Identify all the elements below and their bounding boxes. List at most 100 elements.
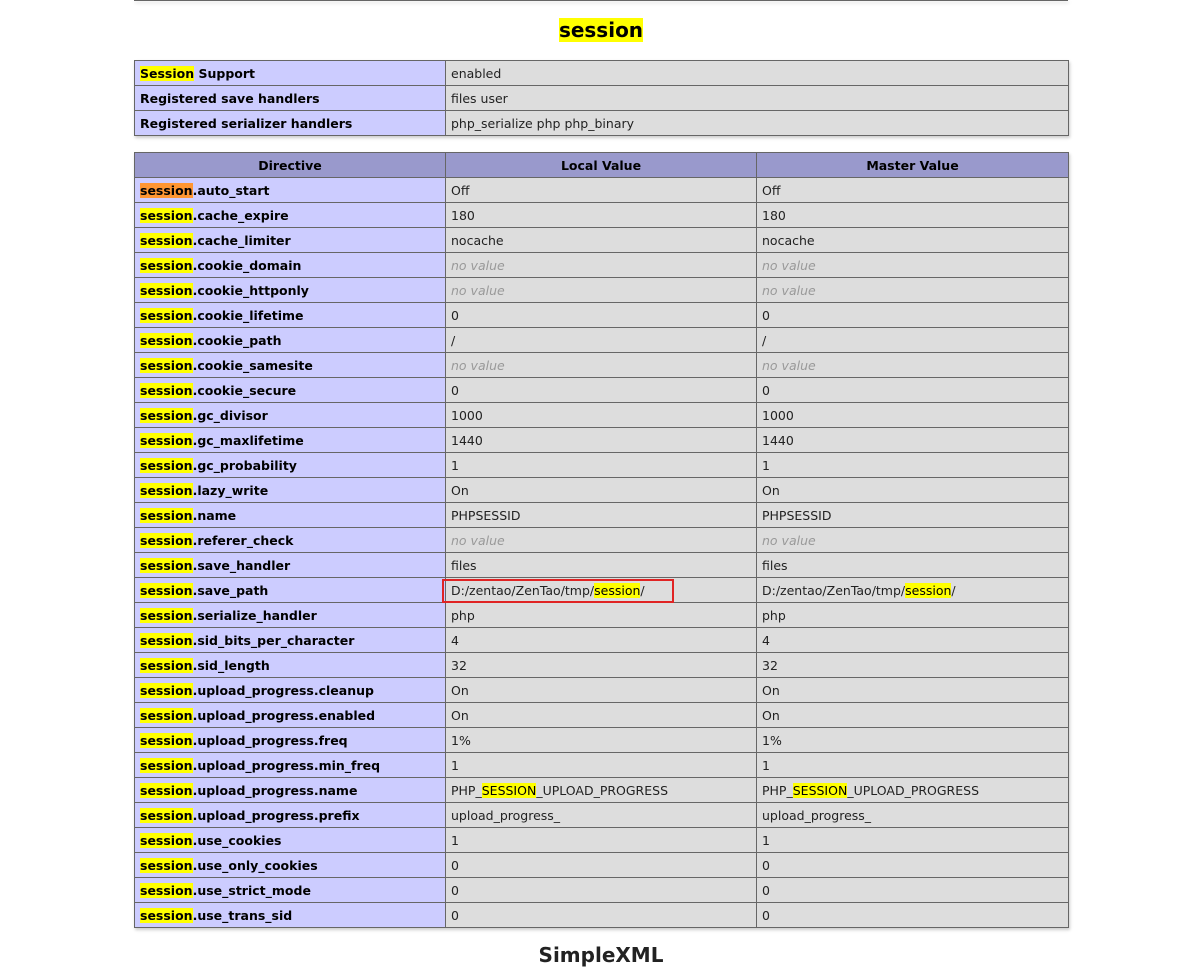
master-value: files bbox=[756, 552, 1069, 578]
search-highlight: session bbox=[140, 407, 193, 423]
search-highlight: session bbox=[140, 482, 193, 498]
value-text: D:/zentao/ZenTao/tmp/ bbox=[451, 582, 595, 598]
directive-name: session.upload_progress.prefix bbox=[134, 802, 446, 828]
directive-suffix: .use_only_cookies bbox=[192, 857, 318, 873]
master-value: nocache bbox=[756, 227, 1069, 253]
directive-name: session.cookie_domain bbox=[134, 252, 446, 278]
search-highlight: session bbox=[140, 182, 193, 198]
directive-name: session.upload_progress.name bbox=[134, 777, 446, 803]
value-text: 1440 bbox=[762, 432, 794, 448]
value-text: 0 bbox=[762, 857, 770, 873]
value-text: 1 bbox=[451, 832, 459, 848]
value-text: 180 bbox=[451, 207, 475, 223]
local-value: 1440 bbox=[445, 427, 757, 453]
directive-suffix: .cookie_lifetime bbox=[192, 307, 304, 323]
value-text: On bbox=[451, 707, 469, 723]
local-value: 0 bbox=[445, 302, 757, 328]
search-highlight: SESSION bbox=[792, 782, 848, 798]
header-master-value: Master Value bbox=[756, 152, 1069, 178]
local-value: D:/zentao/ZenTao/tmp/session/ bbox=[445, 577, 757, 603]
search-highlight: session bbox=[140, 707, 193, 723]
master-value: 1 bbox=[756, 452, 1069, 478]
value-text: files user bbox=[451, 90, 508, 106]
value-text: nocache bbox=[762, 232, 815, 248]
header-directive: Directive bbox=[134, 152, 446, 178]
no-value-text: no value bbox=[762, 357, 816, 373]
directive-name: session.use_trans_sid bbox=[134, 902, 446, 928]
directive-suffix: .upload_progress.cleanup bbox=[192, 682, 374, 698]
directive-suffix: .sid_length bbox=[192, 657, 270, 673]
directive-name: session.cookie_path bbox=[134, 327, 446, 353]
search-highlight: session bbox=[140, 657, 193, 673]
table-row: session.cookie_samesite no value no value bbox=[134, 352, 1069, 378]
directive-suffix: .use_trans_sid bbox=[192, 907, 293, 923]
directive-suffix: .cache_limiter bbox=[192, 232, 291, 248]
directive-name: session.cookie_secure bbox=[134, 377, 446, 403]
session-info-table: Session Support enabled Registered save ha… bbox=[134, 60, 1069, 136]
value-text: 1440 bbox=[451, 432, 483, 448]
master-value: no value bbox=[756, 352, 1069, 378]
value-text: 0 bbox=[762, 907, 770, 923]
value-text: 0 bbox=[762, 882, 770, 898]
value-text: / bbox=[951, 582, 956, 598]
value-text: 1 bbox=[762, 757, 770, 773]
table-row: session.upload_progress.enabled On On bbox=[134, 702, 1069, 728]
top-divider bbox=[134, 0, 1068, 1]
search-highlight: session bbox=[558, 18, 644, 42]
table-row: session.cookie_httponly no value no value bbox=[134, 277, 1069, 303]
search-highlight: session bbox=[140, 782, 193, 798]
no-value-text: no value bbox=[451, 282, 505, 298]
no-value-text: no value bbox=[451, 257, 505, 273]
local-value: On bbox=[445, 677, 757, 703]
directive-name: session.name bbox=[134, 502, 446, 528]
local-value: 0 bbox=[445, 877, 757, 903]
value-text: 1 bbox=[451, 457, 459, 473]
search-highlight: session bbox=[140, 682, 193, 698]
master-value: Off bbox=[756, 177, 1069, 203]
session-directive-table: Directive Local Value Master Value sessi… bbox=[134, 152, 1069, 928]
local-value: 1 bbox=[445, 752, 757, 778]
value-text: 0 bbox=[451, 857, 459, 873]
local-value: PHPSESSID bbox=[445, 502, 757, 528]
value-text: / bbox=[640, 582, 645, 598]
master-value: no value bbox=[756, 252, 1069, 278]
local-value: 32 bbox=[445, 652, 757, 678]
table-row: session.upload_progress.cleanup On On bbox=[134, 677, 1069, 703]
table-row: session.cache_limiter nocache nocache bbox=[134, 227, 1069, 253]
directive-suffix: .cookie_domain bbox=[192, 257, 302, 273]
directive-name: session.gc_divisor bbox=[134, 402, 446, 428]
table-row: session.upload_progress.prefix upload_pro… bbox=[134, 802, 1069, 828]
directive-suffix: .gc_probability bbox=[192, 457, 297, 473]
local-value: On bbox=[445, 702, 757, 728]
search-highlight: session bbox=[140, 232, 193, 248]
value-text: 32 bbox=[451, 657, 467, 673]
value-text: upload_progress_ bbox=[762, 807, 872, 823]
search-highlight: session bbox=[140, 382, 193, 398]
value-text: _UPLOAD_PROGRESS bbox=[536, 782, 669, 798]
value-text: 180 bbox=[762, 207, 786, 223]
directive-suffix: .upload_progress.freq bbox=[192, 732, 348, 748]
search-highlight: session bbox=[140, 532, 193, 548]
master-value: On bbox=[756, 677, 1069, 703]
master-value: / bbox=[756, 327, 1069, 353]
directive-suffix: .name bbox=[192, 507, 237, 523]
directive-name: session.cache_expire bbox=[134, 202, 446, 228]
master-value: 0 bbox=[756, 902, 1069, 928]
local-value: 0 bbox=[445, 902, 757, 928]
value-text: php bbox=[762, 607, 786, 623]
search-highlight: session bbox=[140, 632, 193, 648]
master-value: 1% bbox=[756, 727, 1069, 753]
table-row: session.sid_bits_per_character 4 4 bbox=[134, 627, 1069, 653]
directive-suffix: .cookie_secure bbox=[192, 382, 297, 398]
master-value: 1 bbox=[756, 827, 1069, 853]
search-highlight: session bbox=[140, 207, 193, 223]
value-text: On bbox=[762, 482, 780, 498]
value-text: 0 bbox=[762, 382, 770, 398]
directive-suffix: .serialize_handler bbox=[192, 607, 317, 623]
table-row: session.use_strict_mode 0 0 bbox=[134, 877, 1069, 903]
master-value: upload_progress_ bbox=[756, 802, 1069, 828]
directive-name: session.upload_progress.enabled bbox=[134, 702, 446, 728]
no-value-text: no value bbox=[451, 357, 505, 373]
directive-name: session.sid_bits_per_character bbox=[134, 627, 446, 653]
local-value: no value bbox=[445, 352, 757, 378]
